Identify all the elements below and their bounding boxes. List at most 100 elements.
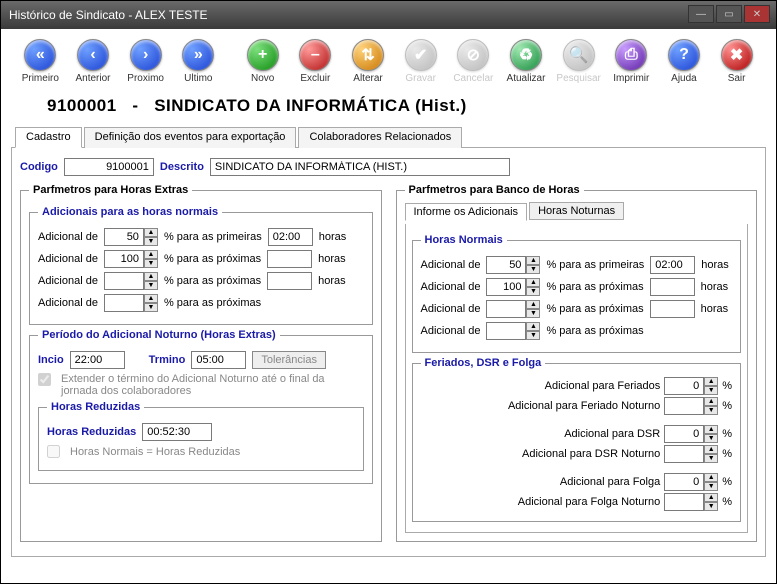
bh1-up[interactable]: ▲ xyxy=(526,256,540,265)
bh4-down[interactable]: ▼ xyxy=(526,331,540,340)
afn-up[interactable]: ▲ xyxy=(704,397,718,406)
bh3-hours[interactable] xyxy=(650,300,695,318)
hr-eq-checkbox xyxy=(47,445,60,458)
bh2-up[interactable]: ▲ xyxy=(526,278,540,287)
ad-down[interactable]: ▼ xyxy=(704,434,718,443)
afl-up[interactable]: ▲ xyxy=(704,473,718,482)
bh4-up[interactable]: ▲ xyxy=(526,322,540,331)
subtab-adicionais[interactable]: Informe os Adicionais xyxy=(405,203,528,221)
ad3-up[interactable]: ▲ xyxy=(144,272,158,281)
bh3-up[interactable]: ▲ xyxy=(526,300,540,309)
atualizar-button[interactable]: ♻Atualizar xyxy=(501,39,552,84)
primeiro-button[interactable]: «Primeiro xyxy=(15,39,66,84)
ad2-up[interactable]: ▲ xyxy=(144,250,158,259)
bh1-value[interactable] xyxy=(486,256,526,274)
codigo-field[interactable] xyxy=(64,158,154,176)
ad2-h-label: horas xyxy=(318,253,346,265)
termino-field[interactable] xyxy=(191,351,246,369)
alterar-button[interactable]: ⇅Alterar xyxy=(343,39,394,84)
window-title: Histórico de Sindicato - ALEX TESTE xyxy=(9,8,208,22)
feriados-dsr-folga-legend: Feriados, DSR e Folga xyxy=(421,357,546,369)
bh3-value[interactable] xyxy=(486,300,526,318)
horas-normais-legend: Horas Normais xyxy=(421,234,507,246)
ad1-down[interactable]: ▼ xyxy=(144,237,158,246)
bh1-down[interactable]: ▼ xyxy=(526,265,540,274)
hr-field[interactable] xyxy=(142,423,212,441)
ad3-h-label: horas xyxy=(318,275,346,287)
ad2-hours[interactable] xyxy=(267,250,312,268)
afn-down[interactable]: ▼ xyxy=(704,406,718,415)
bh2-down[interactable]: ▼ xyxy=(526,287,540,296)
ad-label: Adicional para DSR xyxy=(460,428,660,440)
maximize-button[interactable]: ▭ xyxy=(716,5,742,23)
adn-up[interactable]: ▲ xyxy=(704,445,718,454)
subtab-horas-noturnas[interactable]: Horas Noturnas xyxy=(529,202,624,220)
codigo-label: Codigo xyxy=(20,161,58,173)
bh2-h-label: horas xyxy=(701,281,729,293)
afn-pct: % xyxy=(722,400,732,412)
minimize-button[interactable]: — xyxy=(688,5,714,23)
af-down[interactable]: ▼ xyxy=(704,386,718,395)
afl-down[interactable]: ▼ xyxy=(704,482,718,491)
ad3-value[interactable] xyxy=(104,272,144,290)
afln-value[interactable] xyxy=(664,493,704,511)
proximo-button[interactable]: ›Proximo xyxy=(120,39,171,84)
af-up[interactable]: ▲ xyxy=(704,377,718,386)
ad2-value[interactable] xyxy=(104,250,144,268)
inicio-field[interactable] xyxy=(70,351,125,369)
af-pct: % xyxy=(722,380,732,392)
anterior-button[interactable]: ‹Anterior xyxy=(68,39,119,84)
inicio-label: Incio xyxy=(38,354,64,366)
afn-value[interactable] xyxy=(664,397,704,415)
bh2-value[interactable] xyxy=(486,278,526,296)
page-title: 9100001 - SINDICATO DA INFORMÁTICA (Hist… xyxy=(47,96,760,116)
excluir-button[interactable]: –Excluir xyxy=(290,39,341,84)
ad3-label: Adicional de xyxy=(38,275,98,287)
ad4-up[interactable]: ▲ xyxy=(144,294,158,303)
ad1-h-label: horas xyxy=(319,231,347,243)
adn-down[interactable]: ▼ xyxy=(704,454,718,463)
sair-button[interactable]: ✖Sair xyxy=(711,39,762,84)
horas-reduzidas-legend: Horas Reduzidas xyxy=(47,401,144,413)
close-window-button[interactable]: ✕ xyxy=(744,5,770,23)
adn-value[interactable] xyxy=(664,445,704,463)
ajuda-button[interactable]: ?Ajuda xyxy=(659,39,710,84)
tab-colaboradores[interactable]: Colaboradores Relacionados xyxy=(298,127,462,148)
ad2-down[interactable]: ▼ xyxy=(144,259,158,268)
af-value[interactable] xyxy=(664,377,704,395)
ad3-hours[interactable] xyxy=(267,272,312,290)
bh1-label: Adicional de xyxy=(421,259,481,271)
ad4-pct-label: % para as próximas xyxy=(164,297,261,309)
bh3-h-label: horas xyxy=(701,303,729,315)
bh2-pct-label: % para as próximas xyxy=(546,281,643,293)
tab-cadastro[interactable]: Cadastro xyxy=(15,127,82,148)
descricao-label: Descrito xyxy=(160,161,204,173)
bh4-pct-label: % para as próximas xyxy=(546,325,643,337)
afln-down[interactable]: ▼ xyxy=(704,502,718,511)
window: Histórico de Sindicato - ALEX TESTE — ▭ … xyxy=(0,0,777,584)
bh2-hours[interactable] xyxy=(650,278,695,296)
bh4-value[interactable] xyxy=(486,322,526,340)
ad1-up[interactable]: ▲ xyxy=(144,228,158,237)
titlebar: Histórico de Sindicato - ALEX TESTE — ▭ … xyxy=(1,1,776,29)
ultimo-button[interactable]: »Ultimo xyxy=(173,39,224,84)
ad4-value[interactable] xyxy=(104,294,144,312)
ad-up[interactable]: ▲ xyxy=(704,425,718,434)
ad1-hours[interactable] xyxy=(268,228,313,246)
main-tabs: Cadastro Definição dos eventos para expo… xyxy=(11,126,766,148)
imprimir-button[interactable]: ⎙Imprimir xyxy=(606,39,657,84)
bh3-down[interactable]: ▼ xyxy=(526,309,540,318)
descricao-field[interactable] xyxy=(210,158,510,176)
ad1-value[interactable] xyxy=(104,228,144,246)
ad4-label: Adicional de xyxy=(38,297,98,309)
ad-value[interactable] xyxy=(664,425,704,443)
afl-value[interactable] xyxy=(664,473,704,491)
novo-button[interactable]: +Novo xyxy=(237,39,288,84)
afln-up[interactable]: ▲ xyxy=(704,493,718,502)
adicionais-normais-group: Adicionais para as horas normais Adicion… xyxy=(29,206,373,325)
ad4-down[interactable]: ▼ xyxy=(144,303,158,312)
tab-definicao[interactable]: Definição dos eventos para exportação xyxy=(84,127,297,148)
bh1-hours[interactable] xyxy=(650,256,695,274)
bh3-label: Adicional de xyxy=(421,303,481,315)
ad3-down[interactable]: ▼ xyxy=(144,281,158,290)
